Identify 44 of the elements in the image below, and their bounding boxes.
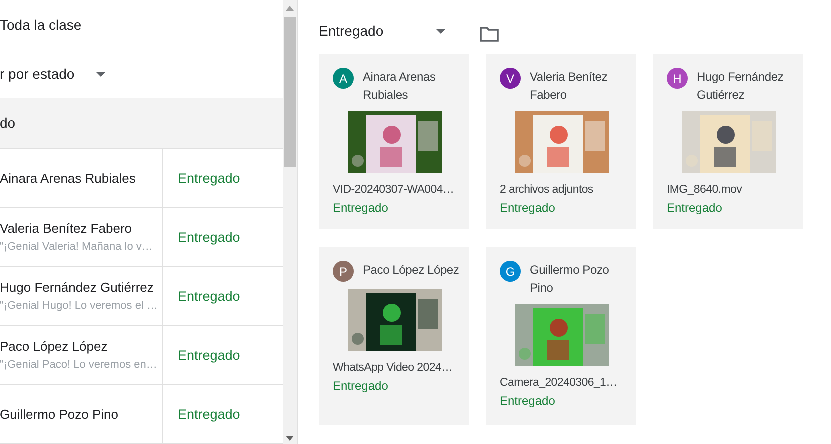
- status-label: Entregado: [333, 379, 390, 393]
- status-label: Entregado: [178, 170, 240, 186]
- filter-dropdown[interactable]: Entregado: [319, 23, 436, 39]
- student-name[interactable]: Ainara Arenas Rubiales: [0, 170, 162, 186]
- status-label: Entregado: [178, 406, 240, 422]
- attachment-name[interactable]: VID-20240307-WA004…: [333, 184, 454, 196]
- sort-dropdown[interactable]: r por estado: [0, 66, 96, 82]
- scroll-up-icon[interactable]: [286, 6, 294, 11]
- scrollbar[interactable]: [283, 0, 297, 444]
- audience-label[interactable]: Toda la clase: [0, 16, 82, 33]
- caret-icon: [436, 28, 446, 34]
- comment-preview: "¡Genial Valeria! Mañana lo v…: [0, 241, 154, 254]
- status-label: Entregado: [178, 348, 240, 363]
- avatar: V: [500, 68, 521, 89]
- caret-icon: [96, 72, 106, 76]
- status-label: Entregado: [178, 288, 240, 304]
- status-label: Entregado: [500, 394, 556, 408]
- avatar: G: [500, 261, 521, 282]
- status-label: Entregado: [667, 201, 724, 215]
- student-name[interactable]: Valeria Benítez Fabero: [0, 221, 162, 236]
- student-name: Ainara Arenas Rubiales: [363, 69, 437, 104]
- status-label: Entregado: [178, 230, 240, 245]
- student-name[interactable]: Paco López López: [0, 339, 162, 354]
- status-label: Entregado: [500, 201, 556, 215]
- student-name: Guillermo Pozo Pino: [530, 262, 610, 297]
- attachment-name[interactable]: 2 archivos adjuntos: [500, 184, 594, 196]
- attachment-name[interactable]: IMG_8640.mov: [667, 184, 742, 196]
- status-label: Entregado: [333, 201, 390, 215]
- student-name[interactable]: Guillermo Pozo Pino: [0, 406, 162, 422]
- attachment-name[interactable]: WhatsApp Video 2024…: [333, 362, 453, 374]
- student-name: Paco López López: [363, 262, 460, 279]
- comment-preview: "¡Genial Paco! Lo veremos en…: [0, 359, 158, 372]
- group-header: do: [0, 115, 16, 132]
- avatar: A: [333, 68, 354, 89]
- student-name[interactable]: Hugo Fernández Gutiérrez: [0, 280, 162, 296]
- avatar: P: [333, 261, 354, 282]
- folder-icon[interactable]: [480, 26, 499, 42]
- scrollbar-thumb[interactable]: [284, 17, 296, 167]
- scroll-down-icon[interactable]: [286, 436, 294, 441]
- attachment-name[interactable]: Camera_20240306_1…: [500, 377, 618, 389]
- comment-preview: "¡Genial Hugo! Lo veremos el …: [0, 300, 159, 312]
- student-name: Valeria Benítez Fabero: [530, 69, 608, 104]
- student-name: Hugo Fernández Gutiérrez: [697, 69, 785, 104]
- avatar: H: [667, 68, 688, 89]
